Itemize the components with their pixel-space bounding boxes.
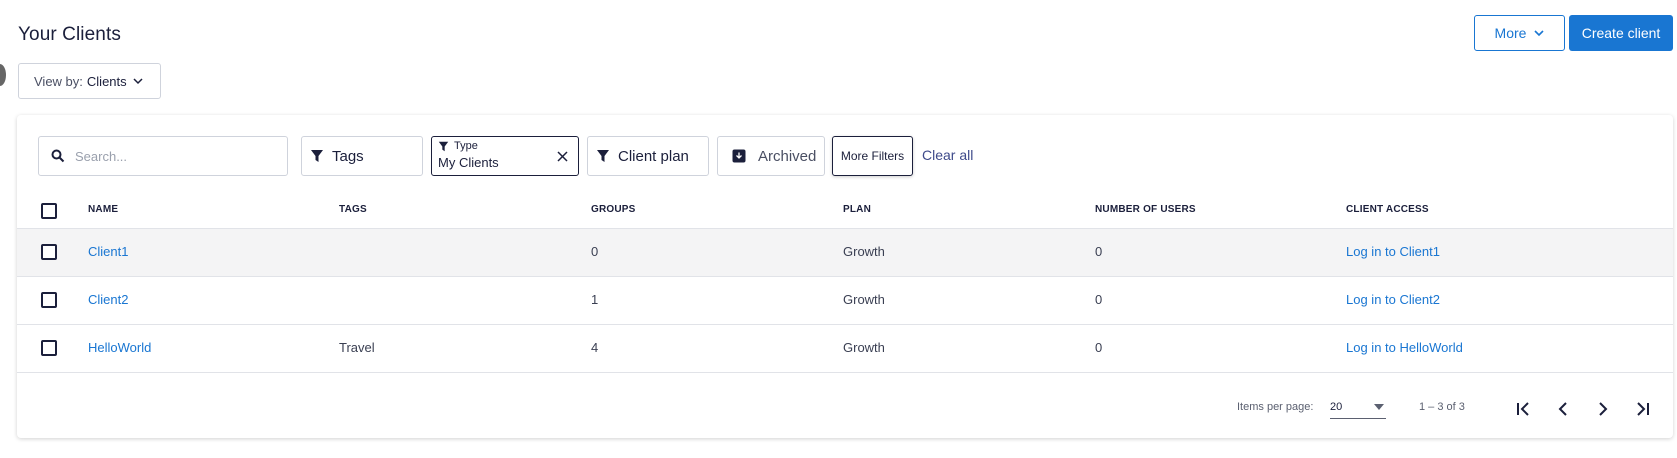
row-checkbox[interactable] xyxy=(41,292,57,308)
search-input[interactable]: Search... xyxy=(38,136,288,176)
view-by-dropdown[interactable]: View by: Clients xyxy=(18,63,161,99)
create-client-button[interactable]: Create client xyxy=(1569,15,1673,51)
column-header-groups[interactable]: GROUPS xyxy=(591,204,636,215)
table-header: NAME TAGS GROUPS PLAN NUMBER OF USERS CL… xyxy=(17,194,1673,228)
close-icon[interactable] xyxy=(557,151,568,162)
filter-icon xyxy=(311,150,323,162)
pagination-footer: Items per page: 20 1 – 3 of 3 xyxy=(17,372,1673,438)
client-name-link[interactable]: Client2 xyxy=(88,292,128,307)
next-page-icon[interactable] xyxy=(1592,398,1614,420)
view-by-label: View by: xyxy=(34,73,83,89)
row-checkbox[interactable] xyxy=(41,340,57,356)
table-row[interactable]: Client2 1 Growth 0 Log in to Client2 xyxy=(17,276,1673,324)
client-login-link[interactable]: Log in to Client1 xyxy=(1346,244,1440,259)
archive-icon xyxy=(732,149,746,163)
type-filter-label: Type xyxy=(454,140,478,152)
client-users: 0 xyxy=(1095,244,1103,259)
client-name-link[interactable]: HelloWorld xyxy=(88,340,151,355)
filter-icon xyxy=(597,150,609,162)
row-checkbox[interactable] xyxy=(41,244,57,260)
items-per-page-value: 20 xyxy=(1330,401,1343,413)
column-header-users[interactable]: NUMBER OF USERS xyxy=(1095,204,1196,215)
archived-filter[interactable]: Archived xyxy=(717,136,825,176)
clear-all-link[interactable]: Clear all xyxy=(922,147,973,163)
client-plan-filter[interactable]: Client plan xyxy=(587,136,709,176)
chevron-down-icon xyxy=(133,77,143,84)
search-icon xyxy=(51,149,65,163)
first-page-icon[interactable] xyxy=(1513,398,1535,420)
client-login-link[interactable]: Log in to HelloWorld xyxy=(1346,340,1463,355)
client-plan: Growth xyxy=(843,340,885,355)
column-header-client-access[interactable]: CLIENT ACCESS xyxy=(1346,204,1429,215)
type-filter-value: My Clients xyxy=(438,155,499,170)
client-users: 0 xyxy=(1095,292,1103,307)
prev-page-icon[interactable] xyxy=(1552,398,1574,420)
search-placeholder: Search... xyxy=(75,148,128,164)
clients-card: Search... Tags Type My Clients Client pl… xyxy=(17,115,1673,438)
tags-filter-label: Tags xyxy=(332,147,364,165)
table-row[interactable]: Client1 0 Growth 0 Log in to Client1 xyxy=(17,228,1673,276)
client-users: 0 xyxy=(1095,340,1103,355)
column-header-tags[interactable]: TAGS xyxy=(339,204,367,215)
tags-filter[interactable]: Tags xyxy=(301,136,423,176)
last-page-icon[interactable] xyxy=(1631,398,1653,420)
chevron-down-icon xyxy=(1534,29,1545,36)
client-plan: Growth xyxy=(843,244,885,259)
filter-icon xyxy=(438,141,449,151)
select-all-checkbox[interactable] xyxy=(41,203,57,219)
column-header-name[interactable]: NAME xyxy=(88,204,118,215)
caret-down-icon xyxy=(1374,404,1384,410)
client-groups: 4 xyxy=(591,340,599,355)
type-filter[interactable]: Type My Clients xyxy=(431,136,579,176)
view-by-value: Clients xyxy=(86,73,127,89)
pagination-range: 1 – 3 of 3 xyxy=(1419,401,1465,413)
client-tags: Travel xyxy=(339,340,375,355)
client-plan-filter-label: Client plan xyxy=(618,147,689,165)
more-button[interactable]: More xyxy=(1474,15,1565,51)
client-groups: 1 xyxy=(591,292,599,307)
left-edge-indicator xyxy=(0,64,6,86)
items-per-page-select[interactable]: 20 xyxy=(1330,401,1386,419)
archived-filter-label: Archived xyxy=(758,147,817,165)
table-row[interactable]: HelloWorld Travel 4 Growth 0 Log in to H… xyxy=(17,324,1673,372)
more-filters-button[interactable]: More Filters xyxy=(832,136,913,176)
page-title: Your Clients xyxy=(18,24,121,45)
client-name-link[interactable]: Client1 xyxy=(88,244,128,259)
column-header-plan[interactable]: PLAN xyxy=(843,204,871,215)
items-per-page-label: Items per page: xyxy=(1237,401,1314,413)
client-login-link[interactable]: Log in to Client2 xyxy=(1346,292,1440,307)
more-button-label: More xyxy=(1494,25,1527,41)
client-groups: 0 xyxy=(591,244,599,259)
client-plan: Growth xyxy=(843,292,885,307)
